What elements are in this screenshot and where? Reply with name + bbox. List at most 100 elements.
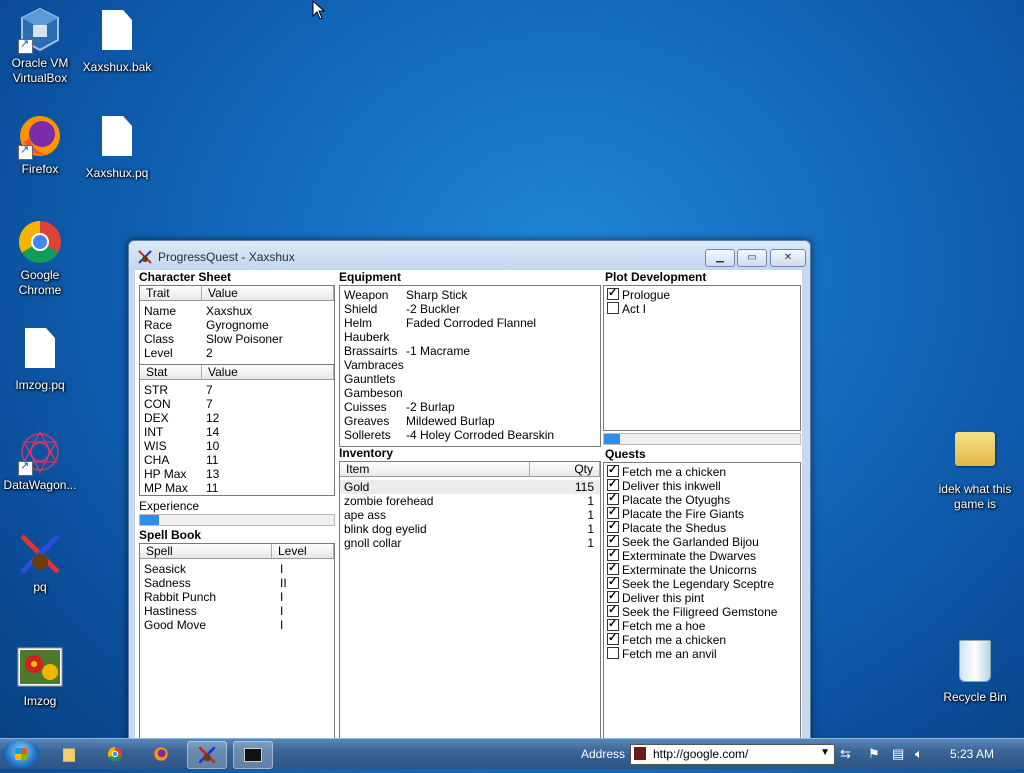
shortcut-arrow-icon — [18, 143, 33, 160]
spell-book-header: Spell Book — [139, 528, 202, 542]
checkbox-unchecked-icon[interactable] — [607, 647, 619, 659]
desktop-icon-recycle-bin[interactable]: Recycle Bin — [934, 636, 1016, 705]
desktop-icon-xaxshux-pq[interactable]: Xaxshux.pq — [77, 112, 157, 181]
taskbar-firefox-button[interactable] — [142, 741, 180, 767]
desktop-icon-datawagon[interactable]: DataWagon... — [0, 428, 80, 493]
go-button[interactable]: ⇆ — [840, 746, 851, 762]
trait-name: Race — [144, 318, 173, 332]
stat-name: CHA — [144, 453, 170, 467]
equipment-item: -4 Holey Corroded Bearskin — [406, 428, 555, 442]
quest-item[interactable]: Exterminate the Dwarves — [607, 547, 756, 563]
checkbox-checked-icon[interactable] — [607, 463, 619, 477]
window-titlebar[interactable]: ProgressQuest - Xaxshux ▁ ▭ ✕ — [129, 241, 810, 271]
checkbox-checked-icon[interactable] — [607, 617, 619, 631]
quest-label: Deliver this inkwell — [622, 479, 721, 493]
equipment-slot: Weapon — [344, 288, 389, 302]
desktop-icon-firefox[interactable]: Firefox — [0, 112, 80, 177]
quest-item[interactable]: Deliver this pint — [607, 589, 704, 605]
level-column-header[interactable]: Level — [272, 544, 334, 559]
quest-item[interactable]: Fetch me an anvil — [607, 647, 717, 661]
quest-label: Fetch me a chicken — [622, 465, 727, 479]
network-icon[interactable]: ▤ — [892, 746, 904, 762]
inventory-item[interactable]: gnoll collar — [344, 536, 401, 550]
quest-item[interactable]: Exterminate the Unicorns — [607, 561, 757, 577]
stat-value: 13 — [206, 467, 220, 481]
spell-name[interactable]: Sadness — [144, 576, 191, 590]
plot-act-item[interactable]: Prologue — [607, 286, 670, 302]
quest-item[interactable]: Placate the Fire Giants — [607, 505, 745, 521]
checkbox-checked-icon[interactable] — [607, 491, 619, 505]
checkbox-checked-icon[interactable] — [607, 286, 619, 300]
progressquest-window[interactable]: ProgressQuest - Xaxshux ▁ ▭ ✕ Character … — [128, 240, 811, 742]
quest-item[interactable]: Fetch me a chicken — [607, 463, 727, 479]
quest-item[interactable]: Deliver this inkwell — [607, 477, 721, 493]
equipment-item: Sharp Stick — [406, 288, 468, 302]
checkbox-checked-icon[interactable] — [607, 603, 619, 617]
spell-column-header[interactable]: Spell — [140, 544, 272, 559]
item-column-header[interactable]: Item — [340, 462, 530, 477]
quest-item[interactable]: Seek the Filigreed Gemstone — [607, 603, 777, 619]
desktop-icon-imzog[interactable]: Imzog — [0, 644, 80, 709]
taskbar-clock[interactable]: 5:23 AM — [950, 747, 994, 761]
checkbox-checked-icon[interactable] — [607, 519, 619, 533]
desktop-icon-idek-folder[interactable]: idek what this game is — [934, 424, 1016, 512]
checkbox-checked-icon[interactable] — [607, 575, 619, 589]
desktop-icon-pq[interactable]: pq — [0, 530, 80, 595]
maximize-button[interactable]: ▭ — [737, 249, 767, 267]
equipment-slot: Gambeson — [344, 386, 403, 400]
taskbar-chrome-button[interactable] — [96, 741, 134, 767]
checkbox-checked-icon[interactable] — [607, 477, 619, 491]
desktop-icon-label: Google Chrome — [18, 268, 62, 297]
spell-name[interactable]: Hastiness — [144, 604, 197, 618]
stat-value-column-header[interactable]: Value — [202, 365, 334, 380]
equipment-slot: Greaves — [344, 414, 390, 428]
desktop-icon-imzog-pq[interactable]: Imzog.pq — [0, 324, 80, 393]
address-input[interactable]: http://google.com/ ▼ — [630, 744, 835, 765]
close-button[interactable]: ✕ — [770, 249, 806, 267]
checkbox-checked-icon[interactable] — [607, 631, 619, 645]
desktop-icon-chrome[interactable]: Google Chrome — [0, 218, 80, 298]
quest-item[interactable]: Fetch me a hoe — [607, 617, 705, 633]
quest-label: Placate the Fire Giants — [622, 507, 745, 521]
action-center-icon[interactable]: ⚑ — [868, 746, 880, 762]
stat-column-header[interactable]: Stat — [140, 365, 202, 380]
checkbox-checked-icon[interactable] — [607, 547, 619, 561]
desktop-icon-virtualbox[interactable]: Oracle VM VirtualBox — [0, 6, 80, 86]
quest-item[interactable]: Fetch me a chicken — [607, 631, 726, 647]
checkbox-checked-icon[interactable] — [607, 589, 619, 603]
qty-column-header[interactable]: Qty — [530, 462, 600, 477]
volume-icon[interactable]: 🔈︎ — [915, 746, 923, 762]
inventory-item[interactable]: blink dog eyelid — [344, 522, 427, 536]
inventory-qty: 1 — [587, 508, 594, 522]
quest-item[interactable]: Seek the Legendary Sceptre — [607, 575, 774, 591]
inventory-item[interactable]: zombie forehead — [344, 494, 433, 508]
chevron-down-icon[interactable]: ▼ — [820, 747, 830, 758]
checkbox-checked-icon[interactable] — [607, 533, 619, 547]
quest-item[interactable]: Placate the Shedus — [607, 519, 726, 535]
quest-item[interactable]: Placate the Otyughs — [607, 491, 730, 507]
spell-name[interactable]: Seasick — [144, 562, 186, 576]
address-toolbar-label: Address — [581, 747, 626, 761]
checkbox-checked-icon[interactable] — [607, 505, 619, 519]
taskbar-console-button[interactable] — [233, 741, 273, 769]
recycle-bin-icon — [951, 640, 999, 688]
minimize-button[interactable]: ▁ — [705, 249, 735, 267]
stat-value: 7 — [206, 397, 213, 411]
checkbox-unchecked-icon[interactable] — [607, 302, 619, 314]
plot-act-item[interactable]: Act I — [607, 302, 646, 316]
desktop-icon-xaxshux-bak[interactable]: Xaxshux.bak — [77, 6, 157, 75]
value-column-header[interactable]: Value — [202, 286, 334, 301]
firefox-icon — [16, 112, 64, 160]
checkbox-checked-icon[interactable] — [607, 561, 619, 575]
firefox-icon — [154, 747, 168, 761]
quest-item[interactable]: Seek the Garlanded Bijou — [607, 533, 759, 549]
trait-column-header[interactable]: Trait — [140, 286, 202, 301]
spell-name[interactable]: Rabbit Punch — [144, 590, 216, 604]
spell-name[interactable]: Good Move — [144, 618, 206, 632]
taskbar-progressquest-button[interactable] — [187, 741, 227, 769]
inventory-item[interactable]: ape ass — [344, 508, 386, 522]
start-button[interactable] — [2, 740, 40, 768]
desktop-icon-label: Oracle VM VirtualBox — [11, 56, 69, 85]
taskbar-explorer-button[interactable]: ▆ — [50, 741, 88, 767]
inventory-item[interactable]: Gold — [344, 480, 369, 494]
